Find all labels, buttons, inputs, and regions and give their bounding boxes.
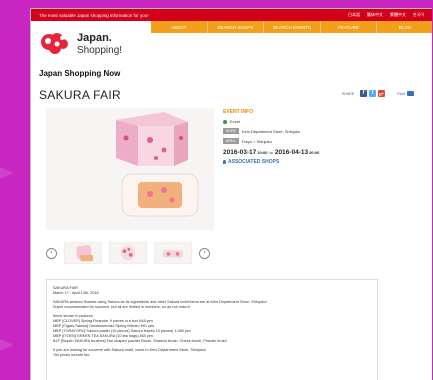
google-plus-share-button[interactable]: g+ [378, 90, 386, 97]
map-pin-icon [223, 160, 226, 164]
browser-page: The most valuable Japan shopping informa… [30, 8, 432, 380]
date-separator: to [269, 150, 273, 155]
share-label: SHARE [342, 91, 355, 96]
thumbnail-1[interactable] [64, 242, 102, 264]
start-date: 2016-03-17 [223, 149, 257, 156]
logo-subtitle: Shopping! [77, 45, 123, 56]
printer-icon [407, 91, 415, 96]
language-korean[interactable]: 한국어 [413, 12, 424, 18]
thumbnail-2[interactable] [109, 242, 147, 264]
carousel-prev-button[interactable]: ‹ [46, 247, 57, 259]
nav-feature[interactable]: FEATURE [321, 21, 378, 33]
description-line: *All prices include tax. [53, 353, 91, 357]
event-type-label: Event [230, 119, 241, 124]
main-nav: ABOUT SEARCH SHOPS SEARCH EVENTS FEATURE… [151, 21, 432, 33]
thumbnail-carousel: ‹ › [46, 242, 246, 264]
associated-shops-label: ASSOCIATED SHOPS [228, 159, 280, 165]
event-type: Event [223, 119, 423, 124]
language-japanese[interactable]: 日本語 [348, 12, 360, 18]
nav-about[interactable]: ABOUT [151, 21, 208, 33]
event-info-heading: EVENT INFO [223, 109, 254, 115]
event-dates: 2016-03-17 10:00 to 2016-04-13 20:00 [223, 149, 423, 156]
carousel-next-button[interactable]: › [199, 247, 210, 259]
language-traditional-chinese[interactable]: 繁體中文 [390, 12, 406, 18]
area-name[interactable]: Tokyo > Shinjuku [242, 139, 272, 144]
main-product-image [46, 108, 214, 230]
top-bar: The most valuable Japan shopping informa… [31, 9, 432, 21]
thumbnail-3[interactable] [154, 242, 192, 264]
end-date: 2016-04-13 [274, 149, 309, 156]
facebook-share-button[interactable]: f [360, 90, 368, 97]
print-button[interactable]: Print [397, 91, 415, 96]
twitter-share-button[interactable]: t [369, 90, 377, 97]
area-tag: AREA [223, 138, 239, 144]
event-description: SAKURA FAIR March 17 - April 13th, 2016 … [46, 279, 378, 380]
event-info-panel: EVENT INFO Event SHOP Keio Department St… [223, 109, 423, 165]
associated-shops-link[interactable]: ASSOCIATED SHOPS [223, 159, 423, 165]
nav-search-shops[interactable]: SEARCH SHOPS [208, 21, 265, 33]
shop-name[interactable]: Keio Department Store, Shinjuku [242, 129, 300, 134]
event-dot-icon [223, 119, 227, 124]
site-logo[interactable]: Japan. Shopping! [39, 26, 125, 60]
nav-search-events[interactable]: SEARCH EVENTS [264, 21, 321, 33]
section-title: Japan Shopping Now [39, 69, 121, 78]
end-time: 20:00 [309, 150, 320, 155]
shop-row: SHOP Keio Department Store, Shinjuku [223, 128, 423, 134]
logo-title: Japan. [77, 32, 112, 44]
annotation-arrow-bottom [0, 339, 14, 351]
print-label: Print [397, 91, 406, 96]
tagline: The most valuable Japan shopping informa… [39, 12, 149, 18]
language-links: 日本語 簡体中文 繁體中文 한국어 [348, 12, 424, 18]
annotation-arrow-top [0, 167, 14, 179]
start-time: 10:00 [257, 150, 268, 155]
nav-blog[interactable]: BLOG [377, 21, 432, 33]
shop-tag: SHOP [223, 128, 239, 134]
header: Japan. Shopping! ABOUT SEARCH SHOPS SEAR… [31, 21, 432, 63]
language-simplified-chinese[interactable]: 簡体中文 [367, 12, 383, 18]
area-row: AREA Tokyo > Shinjuku [223, 138, 423, 144]
page-title: SAKURA FAIR [39, 88, 121, 102]
sakura-logo-icon [41, 33, 68, 54]
share-bar: SHARE f t g+ Print [342, 90, 415, 97]
